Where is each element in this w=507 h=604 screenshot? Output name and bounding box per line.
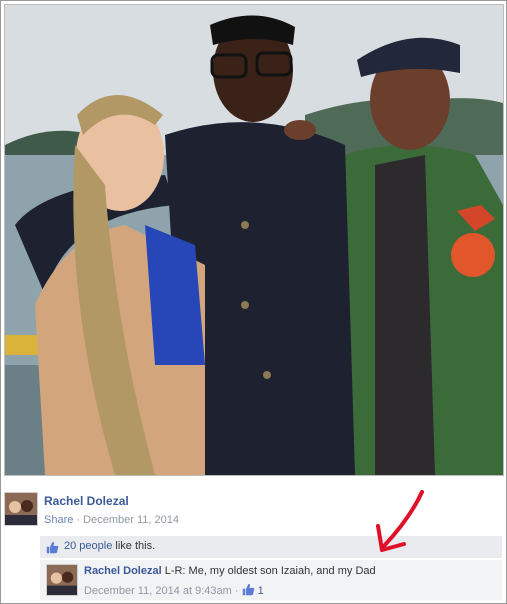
comment-like-count[interactable]: 1 bbox=[258, 585, 264, 597]
share-link[interactable]: Share bbox=[44, 514, 73, 526]
photo-illustration bbox=[5, 5, 503, 475]
likes-bar: 20 people like this. bbox=[40, 536, 502, 558]
comment-timestamp[interactable]: December 11, 2014 at 9:43am bbox=[84, 585, 232, 597]
comment-text: L-R: Me, my oldest son Izaiah, and my Da… bbox=[161, 565, 376, 577]
thumbs-up-icon[interactable] bbox=[242, 583, 255, 599]
post-photo[interactable] bbox=[4, 4, 504, 476]
likes-summary: 20 people like this. bbox=[64, 540, 155, 552]
avatar-image bbox=[47, 565, 77, 595]
comment-meta: December 11, 2014 at 9:43am · 1 bbox=[84, 583, 264, 599]
post-author-name[interactable]: Rachel Dolezal bbox=[44, 494, 129, 508]
comment: Rachel Dolezal L-R: Me, my oldest son Iz… bbox=[40, 560, 502, 600]
red-arrow-annotation bbox=[376, 490, 424, 552]
thumbs-up-icon bbox=[46, 539, 59, 557]
post-meta: Share · December 11, 2014 bbox=[44, 514, 179, 526]
author-avatar[interactable] bbox=[4, 492, 38, 526]
likes-suffix: like this. bbox=[112, 540, 156, 552]
comment-author-name[interactable]: Rachel Dolezal bbox=[84, 565, 162, 577]
post-date[interactable]: December 11, 2014 bbox=[83, 514, 179, 526]
meta-separator: · bbox=[76, 514, 81, 526]
likes-count-link[interactable]: 20 people bbox=[64, 540, 112, 552]
comment-avatar[interactable] bbox=[46, 564, 78, 596]
comment-meta-separator: · bbox=[234, 585, 239, 597]
avatar-image bbox=[5, 493, 37, 525]
comment-line: Rachel Dolezal L-R: Me, my oldest son Iz… bbox=[84, 565, 376, 577]
